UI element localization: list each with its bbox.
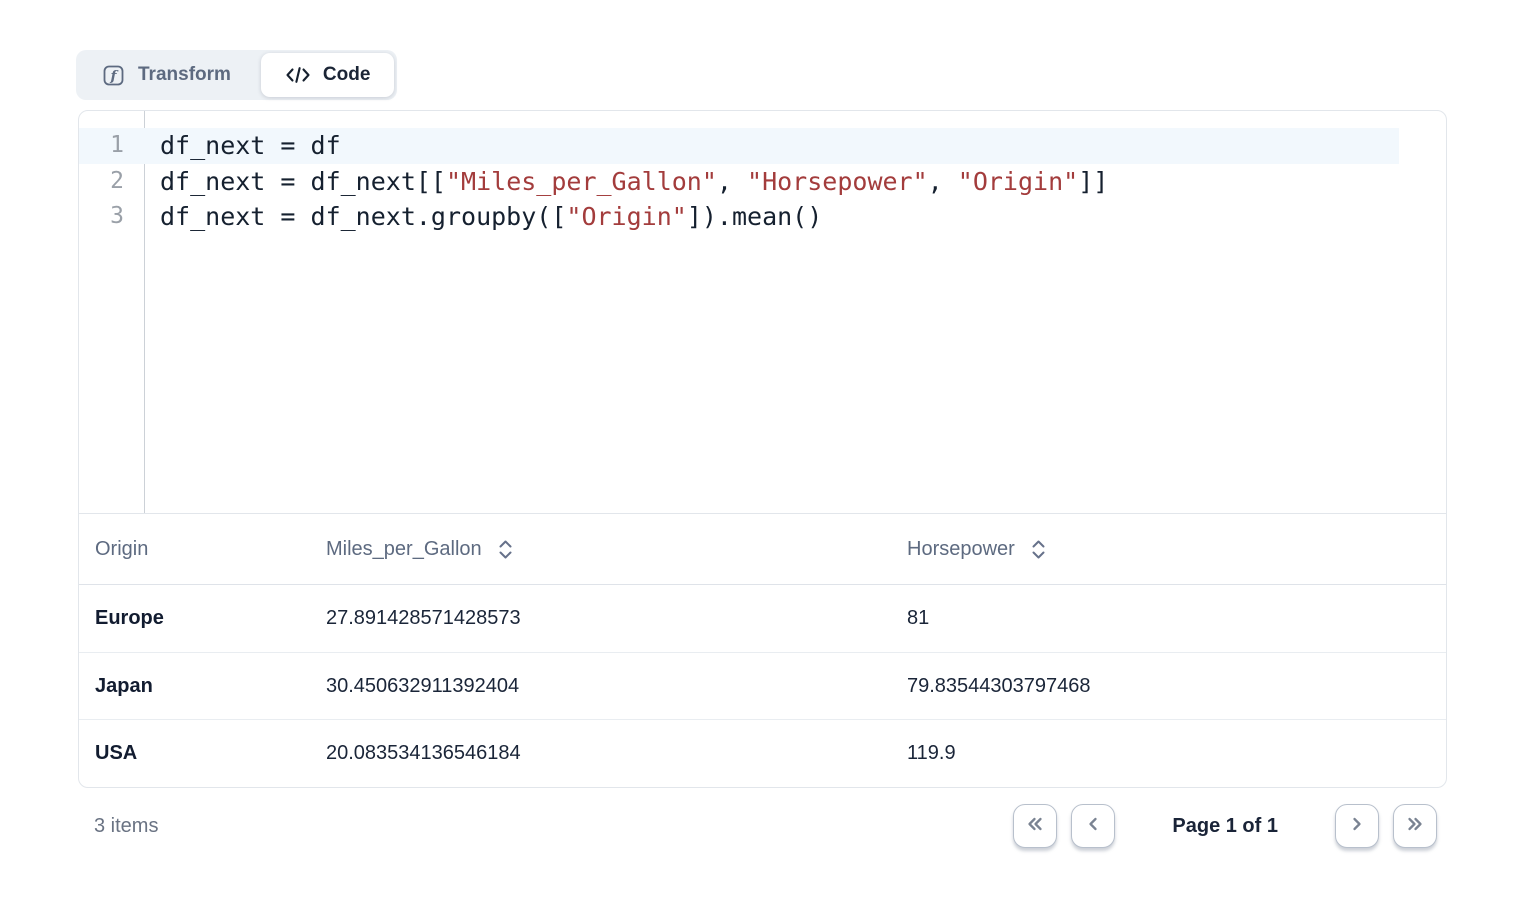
code-line-content: df_next = df [144, 128, 341, 164]
table-footer: 3 items Page 1 of 1 [78, 800, 1447, 852]
first-page-button[interactable] [1013, 804, 1057, 848]
line-number: 1 [79, 128, 144, 164]
column-header-horsepower[interactable]: Horsepower [907, 538, 1446, 561]
last-page-button[interactable] [1393, 804, 1437, 848]
table-header-row: Origin Miles_per_Gallon Horsepower [79, 514, 1446, 585]
code-editor[interactable]: 1 df_next = df 2 df_next = df_next[["Mil… [79, 111, 1446, 513]
code-line-content: df_next = df_next[["Miles_per_Gallon", "… [144, 164, 1108, 200]
function-icon: f [103, 65, 124, 86]
previous-page-button[interactable] [1071, 804, 1115, 848]
chevron-left-icon [1083, 814, 1103, 839]
code-token: ]] [1078, 167, 1108, 196]
items-count: 3 items [94, 815, 158, 838]
chevron-double-right-icon [1404, 814, 1426, 839]
string-token: "Horsepower" [747, 167, 928, 196]
view-tabbar: f Transform Code [76, 50, 397, 100]
column-header-label: Miles_per_Gallon [326, 538, 482, 561]
cell-origin: Japan [95, 675, 326, 698]
table-row: Europe 27.891428571428573 81 [79, 585, 1446, 652]
code-token: ]).mean() [687, 202, 822, 231]
string-token: "Origin" [958, 167, 1078, 196]
page-indicator: Page 1 of 1 [1172, 815, 1278, 838]
line-number: 3 [79, 199, 144, 235]
column-header-origin: Origin [95, 538, 326, 561]
tab-code[interactable]: Code [261, 53, 395, 97]
column-header-label: Horsepower [907, 538, 1015, 561]
sort-icon[interactable] [1030, 538, 1047, 561]
code-icon [285, 65, 311, 85]
column-header-miles-per-gallon[interactable]: Miles_per_Gallon [326, 538, 907, 561]
table-row: Japan 30.450632911392404 79.835443037974… [79, 652, 1446, 719]
cell-horsepower: 81 [907, 607, 1446, 630]
tab-code-label: Code [323, 64, 371, 86]
code-token: df_next = df [160, 131, 341, 160]
sort-icon[interactable] [497, 538, 514, 561]
code-line[interactable]: 2 df_next = df_next[["Miles_per_Gallon",… [79, 164, 1446, 200]
code-line[interactable]: 1 df_next = df [79, 128, 1446, 164]
cell-miles-per-gallon: 20.083534136546184 [326, 742, 907, 765]
column-header-label: Origin [95, 538, 148, 561]
next-page-button[interactable] [1335, 804, 1379, 848]
chevron-right-icon [1347, 814, 1367, 839]
code-line-content: df_next = df_next.groupby(["Origin"]).me… [144, 199, 822, 235]
main-panel: 1 df_next = df 2 df_next = df_next[["Mil… [78, 110, 1447, 788]
cell-origin: USA [95, 742, 326, 765]
cell-origin: Europe [95, 607, 326, 630]
string-token: "Miles_per_Gallon" [446, 167, 717, 196]
pagination: Page 1 of 1 [1013, 804, 1437, 848]
code-token: , [717, 167, 747, 196]
code-line[interactable]: 3 df_next = df_next.groupby(["Origin"]).… [79, 199, 1446, 235]
svg-text:f: f [109, 68, 119, 84]
line-number: 2 [79, 164, 144, 200]
cell-miles-per-gallon: 27.891428571428573 [326, 607, 907, 630]
string-token: "Origin" [566, 202, 686, 231]
code-token: df_next = df_next.groupby([ [160, 202, 566, 231]
tab-transform-label: Transform [138, 64, 231, 86]
chevron-double-left-icon [1024, 814, 1046, 839]
code-token: df_next = df_next[[ [160, 167, 446, 196]
cell-miles-per-gallon: 30.450632911392404 [326, 675, 907, 698]
cell-horsepower: 79.83544303797468 [907, 675, 1446, 698]
code-token: , [928, 167, 958, 196]
table-row: USA 20.083534136546184 119.9 [79, 719, 1446, 786]
tab-transform[interactable]: f Transform [76, 50, 258, 100]
cell-horsepower: 119.9 [907, 742, 1446, 765]
result-table: Origin Miles_per_Gallon Horsepower [79, 513, 1446, 786]
